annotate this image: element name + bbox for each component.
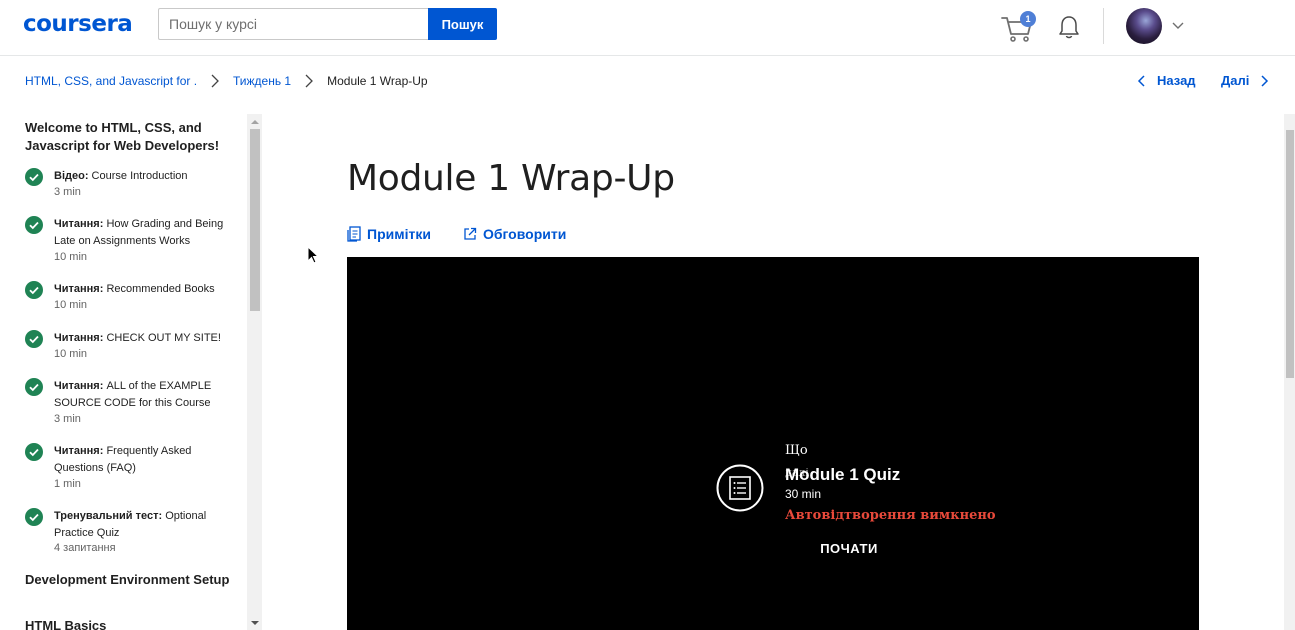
check-circle-icon: [25, 443, 43, 461]
chevron-right-icon: [1261, 74, 1269, 87]
video-player[interactable]: [347, 257, 1199, 630]
breadcrumb-week[interactable]: Тиждень 1: [233, 74, 291, 88]
outline-item-meta: 10 min: [54, 348, 88, 360]
outline-item-meta: 10 min: [54, 299, 88, 311]
coursera-logo[interactable]: coursera: [23, 11, 133, 37]
course-outline-sidebar: Welcome to HTML, CSS, and Javascript for…: [0, 114, 262, 630]
breadcrumb-current: Module 1 Wrap-Up: [327, 74, 428, 88]
chevron-right-icon: [211, 74, 219, 88]
outline-item-text: Відео: Course Introduction: [54, 170, 188, 182]
next-button[interactable]: Далі: [1221, 73, 1271, 88]
up-next-label: Що: [785, 443, 808, 458]
discuss-button[interactable]: Обговорити: [463, 226, 566, 242]
outline-item-text: Читання: Frequently Asked Questions (FAQ…: [54, 445, 192, 474]
section-title-html-basics[interactable]: HTML Basics: [25, 617, 230, 630]
notes-label: Примітки: [367, 226, 431, 242]
section-title-welcome[interactable]: Welcome to HTML, CSS, and Javascript for…: [25, 119, 230, 155]
previous-button[interactable]: Назад: [1135, 73, 1196, 88]
external-link-icon: [464, 227, 477, 240]
check-circle-icon: [25, 508, 43, 526]
page-scrollbar-thumb[interactable]: [1286, 130, 1294, 378]
bell-icon[interactable]: [1057, 14, 1081, 42]
outline-item-meta: 1 min: [54, 478, 81, 490]
next-item-duration: 30 min: [785, 487, 822, 501]
top-bar: coursera Пошук 1: [0, 0, 1295, 56]
page-title: Module 1 Wrap-Up: [347, 158, 675, 199]
outline-item-meta: 10 min: [54, 251, 88, 263]
outline-item-text: Читання: CHECK OUT MY SITE!: [54, 332, 221, 344]
discuss-label: Обговорити: [483, 226, 567, 242]
outline-item-text: Читання: How Grading and Being Late on A…: [54, 218, 224, 247]
mouse-cursor-icon: [307, 246, 319, 264]
outline-item-text: Тренувальний тест: Optional Practice Qui…: [54, 510, 207, 539]
section-title-dev-env[interactable]: Development Environment Setup: [25, 571, 230, 589]
chevron-left-icon: [1137, 74, 1145, 87]
search-input[interactable]: [158, 8, 429, 40]
chevron-right-icon: [305, 74, 314, 88]
header-divider: [1103, 8, 1104, 44]
scroll-down-arrow-icon[interactable]: [250, 619, 260, 627]
sidebar-scrollbar-thumb[interactable]: [250, 129, 260, 311]
outline-item-text: Читання: Recommended Books: [54, 283, 215, 295]
chevron-down-icon[interactable]: [1171, 20, 1185, 32]
check-circle-icon: [25, 168, 43, 186]
breadcrumb: HTML, CSS, and Javascript for ... Тижден…: [25, 73, 428, 89]
scroll-up-arrow-icon[interactable]: [250, 118, 260, 126]
check-circle-icon: [25, 281, 43, 299]
next-label: Далі: [1221, 73, 1250, 88]
outline-item-meta: 3 min: [54, 413, 81, 425]
outline-item-text: Читання: ALL of the EXAMPLE SOURCE CODE …: [54, 380, 212, 409]
autoplay-status[interactable]: Автовідтворення вимкнено: [785, 508, 996, 523]
check-circle-icon: [25, 216, 43, 234]
notes-icon: [347, 226, 361, 242]
reading-list-icon: [716, 464, 764, 512]
check-circle-icon: [25, 378, 43, 396]
cart-count-badge: 1: [1020, 11, 1036, 27]
outline-item-meta: 3 min: [54, 186, 81, 198]
check-circle-icon: [25, 330, 43, 348]
avatar[interactable]: [1126, 8, 1162, 44]
search-button[interactable]: Пошук: [428, 8, 497, 40]
previous-label: Назад: [1157, 73, 1196, 88]
breadcrumb-course[interactable]: HTML, CSS, and Javascript for ...: [25, 74, 197, 88]
next-item-title: Module 1 Quiz: [785, 465, 901, 484]
start-button[interactable]: ПОЧАТИ: [806, 536, 892, 560]
notes-button[interactable]: Примітки: [347, 226, 431, 242]
outline-item-meta: 4 запитання: [54, 542, 116, 554]
